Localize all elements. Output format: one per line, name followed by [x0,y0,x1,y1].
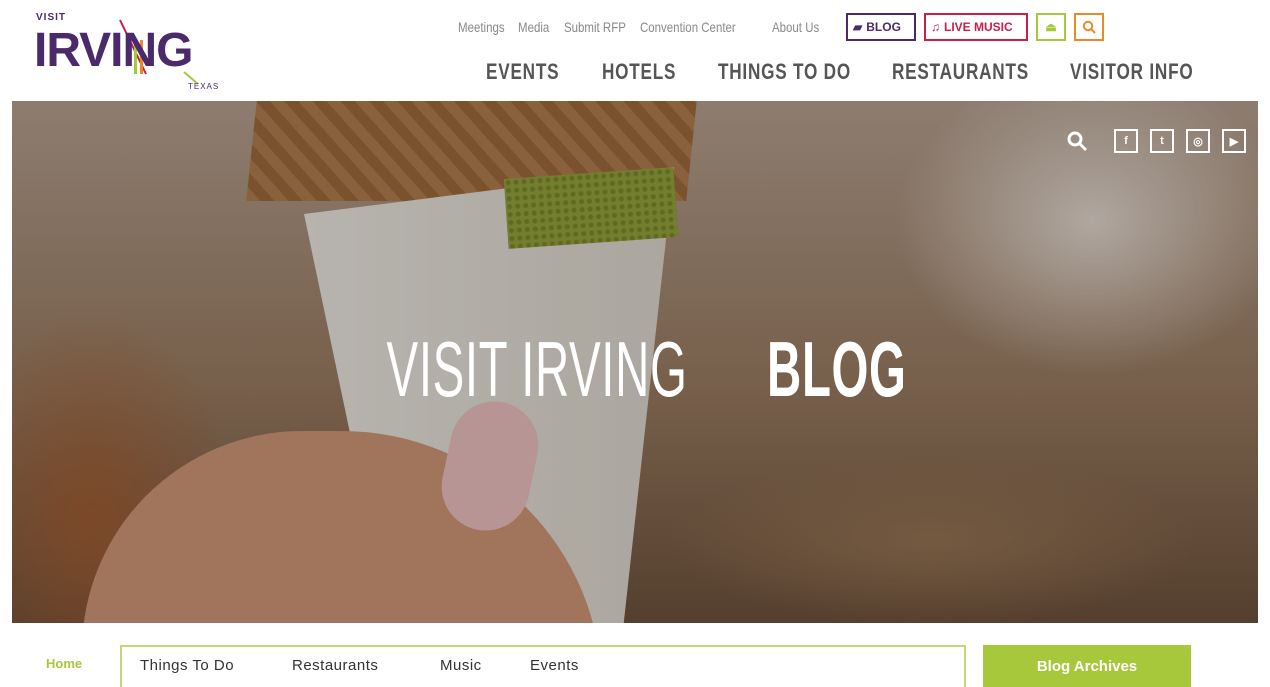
visit-irving-logo[interactable]: VISIT IRVING TEXAS [34,12,234,94]
live-music-button-label: LIVE MUSIC [944,20,1013,34]
logo-irving-text: IRVING [34,24,193,77]
eject-icon: ⏏ [1045,20,1057,34]
search-icon [1082,20,1096,34]
hero-title-light: VISIT IRVING [386,325,688,413]
site-header: VISIT IRVING TEXAS Meetings Media Submit… [0,0,1270,100]
nav-visitor-info[interactable]: VISITOR INFO [1070,59,1193,85]
blog-nav-music[interactable]: Music [440,657,482,674]
search-icon[interactable] [1066,130,1088,152]
blog-button[interactable]: ▰ BLOG [846,13,916,41]
util-link-media[interactable]: Media [518,19,549,35]
youtube-icon[interactable]: ▶ [1222,129,1246,153]
blog-nav-events[interactable]: Events [530,657,579,674]
util-link-convention-center[interactable]: Convention Center [640,19,742,35]
util-link-submit-rfp[interactable]: Submit RFP [564,19,626,35]
hero-title-bold: BLOG [766,325,907,413]
blog-nav-home[interactable]: Home [46,656,82,671]
header-search-button[interactable] [1074,13,1104,41]
blog-nav-things-to-do[interactable]: Things To Do [140,657,234,674]
blog-nav: Home Things To Do Restaurants Music Even… [0,623,1270,687]
main-nav: EVENTS HOTELS THINGS TO DO RESTAURANTS V… [486,56,1200,88]
utility-nav: Meetings Media Submit RFP Convention Cen… [458,12,1112,42]
nav-restaurants[interactable]: RESTAURANTS [892,59,1031,85]
blog-archives-button[interactable]: Blog Archives [983,645,1191,687]
nav-events[interactable]: EVENTS [486,59,576,85]
util-link-meetings[interactable]: Meetings [458,19,505,35]
live-music-button[interactable]: ♫ LIVE MUSIC [924,13,1028,41]
nav-hotels[interactable]: HOTELS [602,59,692,85]
book-icon: ▰ [853,20,863,34]
twitter-icon[interactable]: t [1150,129,1174,153]
logo-visit-text: VISIT [36,12,67,23]
social-links: f t ◎ ▶ [1066,129,1246,153]
eject-button[interactable]: ⏏ [1036,13,1066,41]
music-note-icon: ♫ [931,20,940,34]
hero-title: VISIT IRVING BLOG [12,327,1258,411]
util-link-about-us[interactable]: About Us [772,19,823,35]
blog-category-bar: Things To Do Restaurants Music Events [120,645,966,687]
blog-nav-restaurants[interactable]: Restaurants [292,657,378,674]
facebook-icon[interactable]: f [1114,129,1138,153]
blog-button-label: BLOG [866,20,901,34]
logo-texas-text: TEXAS [188,82,220,91]
hero-banner: f t ◎ ▶ VISIT IRVING BLOG [12,101,1258,623]
instagram-icon[interactable]: ◎ [1186,129,1210,153]
nav-things-to-do[interactable]: THINGS TO DO [718,59,854,85]
